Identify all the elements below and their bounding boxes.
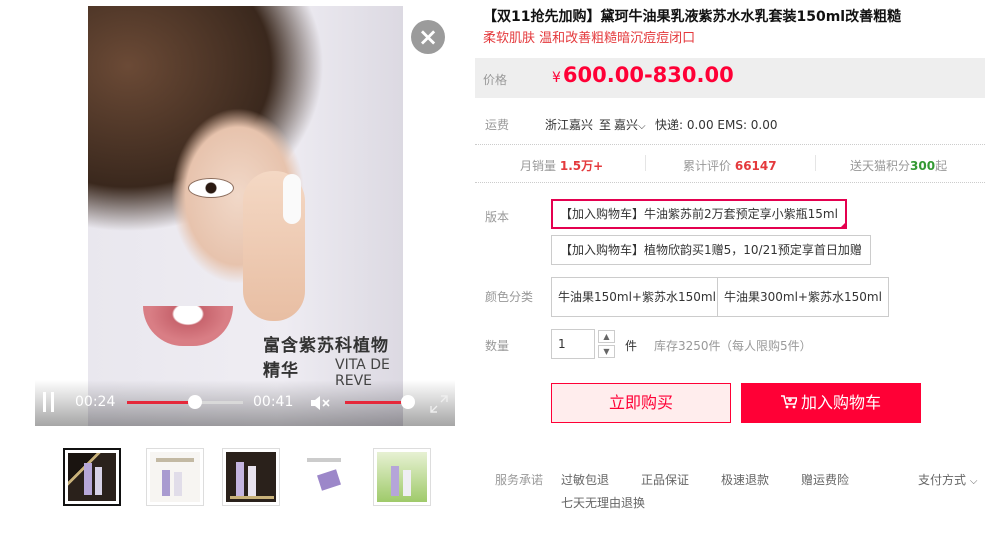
service-item[interactable]: 赠运费险 [801,471,849,488]
divider [475,182,985,183]
service-label: 服务承诺 [495,473,544,487]
color-option-1[interactable]: 牛油果150ml+紫苏水150ml [551,277,723,317]
shipping-to-word: 至 [599,118,612,132]
color-option-2-label: 牛油果300ml+紫苏水150ml [724,290,882,304]
version-label: 版本 [485,210,510,224]
volume-fill [345,401,408,404]
shipping-destination-selector[interactable]: 嘉兴⌵ [614,116,646,133]
reviews-value: 66147 [734,159,777,173]
version-option-1-label: 【加入购物车】牛油紫苏前2万套预定享小紫瓶15ml [560,207,838,221]
shipping-detail: 快递: 0.00 EMS: 0.00 [655,118,778,132]
current-time: 00:24 [75,394,116,410]
price-value: ¥600.00-830.00 [552,63,734,87]
points-value: 300 [910,159,936,173]
monthly-sales: 月销量 1.5万+ [520,157,603,174]
quantity-increase-button[interactable]: ▲ [598,330,615,343]
add-to-cart-label: 加入购物车 [800,393,881,412]
shipping-destination: 嘉兴 [614,118,639,132]
progress-knob[interactable] [188,395,202,409]
price-label: 价格 [483,73,508,87]
shipping-origin: 浙江嘉兴 [545,118,594,132]
version-option-1[interactable]: 【加入购物车】牛油紫苏前2万套预定享小紫瓶15ml [551,199,847,229]
service-item[interactable]: 正品保证 [641,471,689,488]
video-model-eye [188,178,234,198]
version-option-2-label: 【加入购物车】植物欣韵买1赠5，10/21预定享首日加赠 [560,243,862,257]
quantity-label: 数量 [485,339,510,353]
quantity-input[interactable]: 1 [551,329,595,359]
video-cotton-pad [283,174,301,224]
video-frame: 富含紫苏科植物精华 VITA DE REVE [88,6,403,426]
color-label: 颜色分类 [485,290,534,304]
service-item[interactable]: 极速退款 [721,471,769,488]
payment-methods-label: 支付方式 [918,473,967,487]
service-item[interactable]: 七天无理由退换 [561,494,645,511]
progress-bar[interactable] [127,395,243,409]
chevron-down-icon: ⌵ [969,476,978,487]
total-reviews[interactable]: 累计评价 66147 [683,157,777,174]
thumbnail-4[interactable] [297,448,355,506]
volume-knob[interactable] [401,395,415,409]
shipping-label: 运费 [485,118,510,132]
quantity-decrease-button[interactable]: ▼ [598,345,615,358]
quantity-unit: 件 [625,339,638,353]
color-option-1-label: 牛油果150ml+紫苏水150ml [558,290,716,304]
chevron-down-icon: ⌵ [638,121,646,132]
video-controls: 00:24 00:41 [35,380,455,426]
points-label: 送天猫积分 [850,159,911,173]
product-video-player[interactable]: 富含紫苏科植物精华 VITA DE REVE 00:24 00:41 [35,6,455,426]
buy-now-button[interactable]: 立即购买 [551,383,731,423]
payment-methods-toggle[interactable]: 支付方式 ⌵ [918,471,977,488]
volume-bar[interactable] [345,395,415,409]
video-model-smile [143,306,233,346]
divider [475,144,985,145]
thumbnail-3[interactable] [222,448,280,506]
version-option-2[interactable]: 【加入购物车】植物欣韵买1赠5，10/21预定享首日加赠 [551,235,871,265]
divider [645,155,646,171]
mute-icon[interactable] [310,393,332,413]
thumbnail-2[interactable] [146,448,204,506]
color-option-2[interactable]: 牛油果300ml+紫苏水150ml [717,277,889,317]
points-suffix: 起 [935,159,948,173]
purchase-limit: （每人限购5件） [720,339,812,353]
close-icon[interactable]: × [411,20,445,54]
divider [815,155,816,171]
product-subtitle: 柔软肌肤 温和改善粗糙暗沉痘痘闭口 [483,31,696,46]
fullscreen-icon[interactable] [429,394,449,414]
monthly-sales-value: 1.5万+ [559,159,604,173]
stock-count: 库存3250件 [654,339,721,353]
monthly-sales-label: 月销量 [520,159,557,173]
product-title: 【双11抢先加购】黛珂牛油果乳液紫苏水水乳套装150ml改善粗糙 [483,9,902,25]
cart-icon [780,384,799,424]
thumbnail-5[interactable] [373,448,431,506]
tmall-points: 送天猫积分300起 [850,157,947,174]
pause-icon[interactable] [43,392,55,412]
currency-symbol: ¥ [552,70,561,86]
total-time: 00:41 [253,394,294,410]
add-to-cart-button[interactable]: 加入购物车 [741,383,921,423]
service-item[interactable]: 过敏包退 [561,471,609,488]
reviews-label: 累计评价 [683,159,732,173]
price-range: 600.00-830.00 [562,63,734,87]
progress-fill [127,401,195,404]
thumbnail-1[interactable] [63,448,121,506]
selected-check-icon [838,221,847,229]
